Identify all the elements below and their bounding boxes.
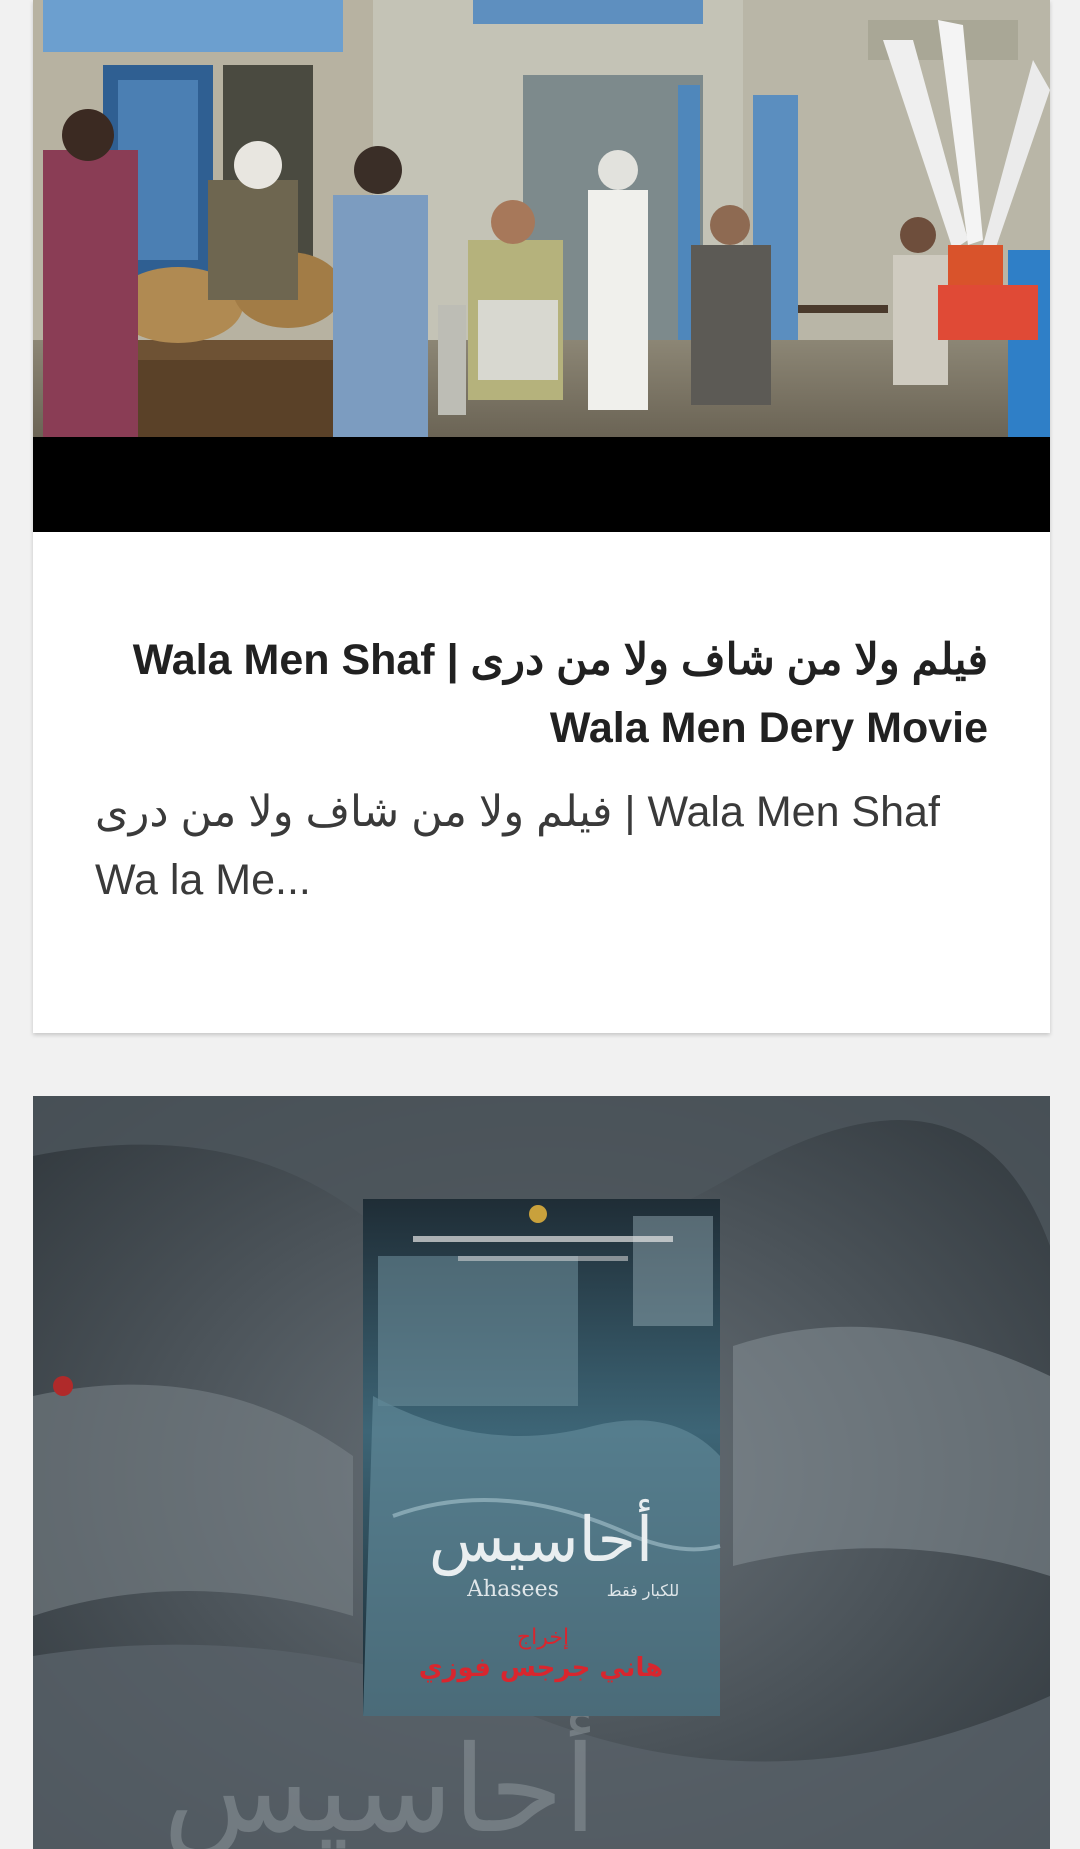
poster-title-ar: أحاسيس <box>429 1498 653 1577</box>
ahasees-poster-image: أحاسيس أحاسيس Ahasees للكبار فقط إخراج ه… <box>33 1096 1050 1849</box>
video-thumbnail[interactable]: أحاسيس أحاسيس Ahasees للكبار فقط إخراج ه… <box>33 1096 1050 1849</box>
svg-text:أحاسيس: أحاسيس <box>163 1711 597 1849</box>
letterbox-bar <box>33 437 1050 532</box>
svg-text:للكبار فقط: للكبار فقط <box>607 1581 679 1601</box>
card-text-area: فيلم ولا من شاف ولا من درى | Wala Men Sh… <box>33 626 1050 914</box>
video-card[interactable]: فيلم ولا من شاف ولا من درى | Wala Men Sh… <box>33 0 1050 1033</box>
video-title[interactable]: فيلم ولا من شاف ولا من درى | Wala Men Sh… <box>95 626 988 762</box>
video-card[interactable]: أحاسيس أحاسيس Ahasees للكبار فقط إخراج ه… <box>33 1096 1050 1849</box>
video-thumbnail[interactable] <box>33 0 1050 532</box>
svg-text:هاني جرجس فوزي: هاني جرجس فوزي <box>419 1653 664 1683</box>
street-scene-image <box>33 0 1050 437</box>
svg-text:إخراج: إخراج <box>517 1625 569 1650</box>
video-feed: فيلم ولا من شاف ولا من درى | Wala Men Sh… <box>0 0 1080 1849</box>
video-description: فيلم ولا من شاف ولا من درى | Wala Men Sh… <box>95 788 940 904</box>
poster-title-en: Ahasees <box>466 1577 559 1602</box>
